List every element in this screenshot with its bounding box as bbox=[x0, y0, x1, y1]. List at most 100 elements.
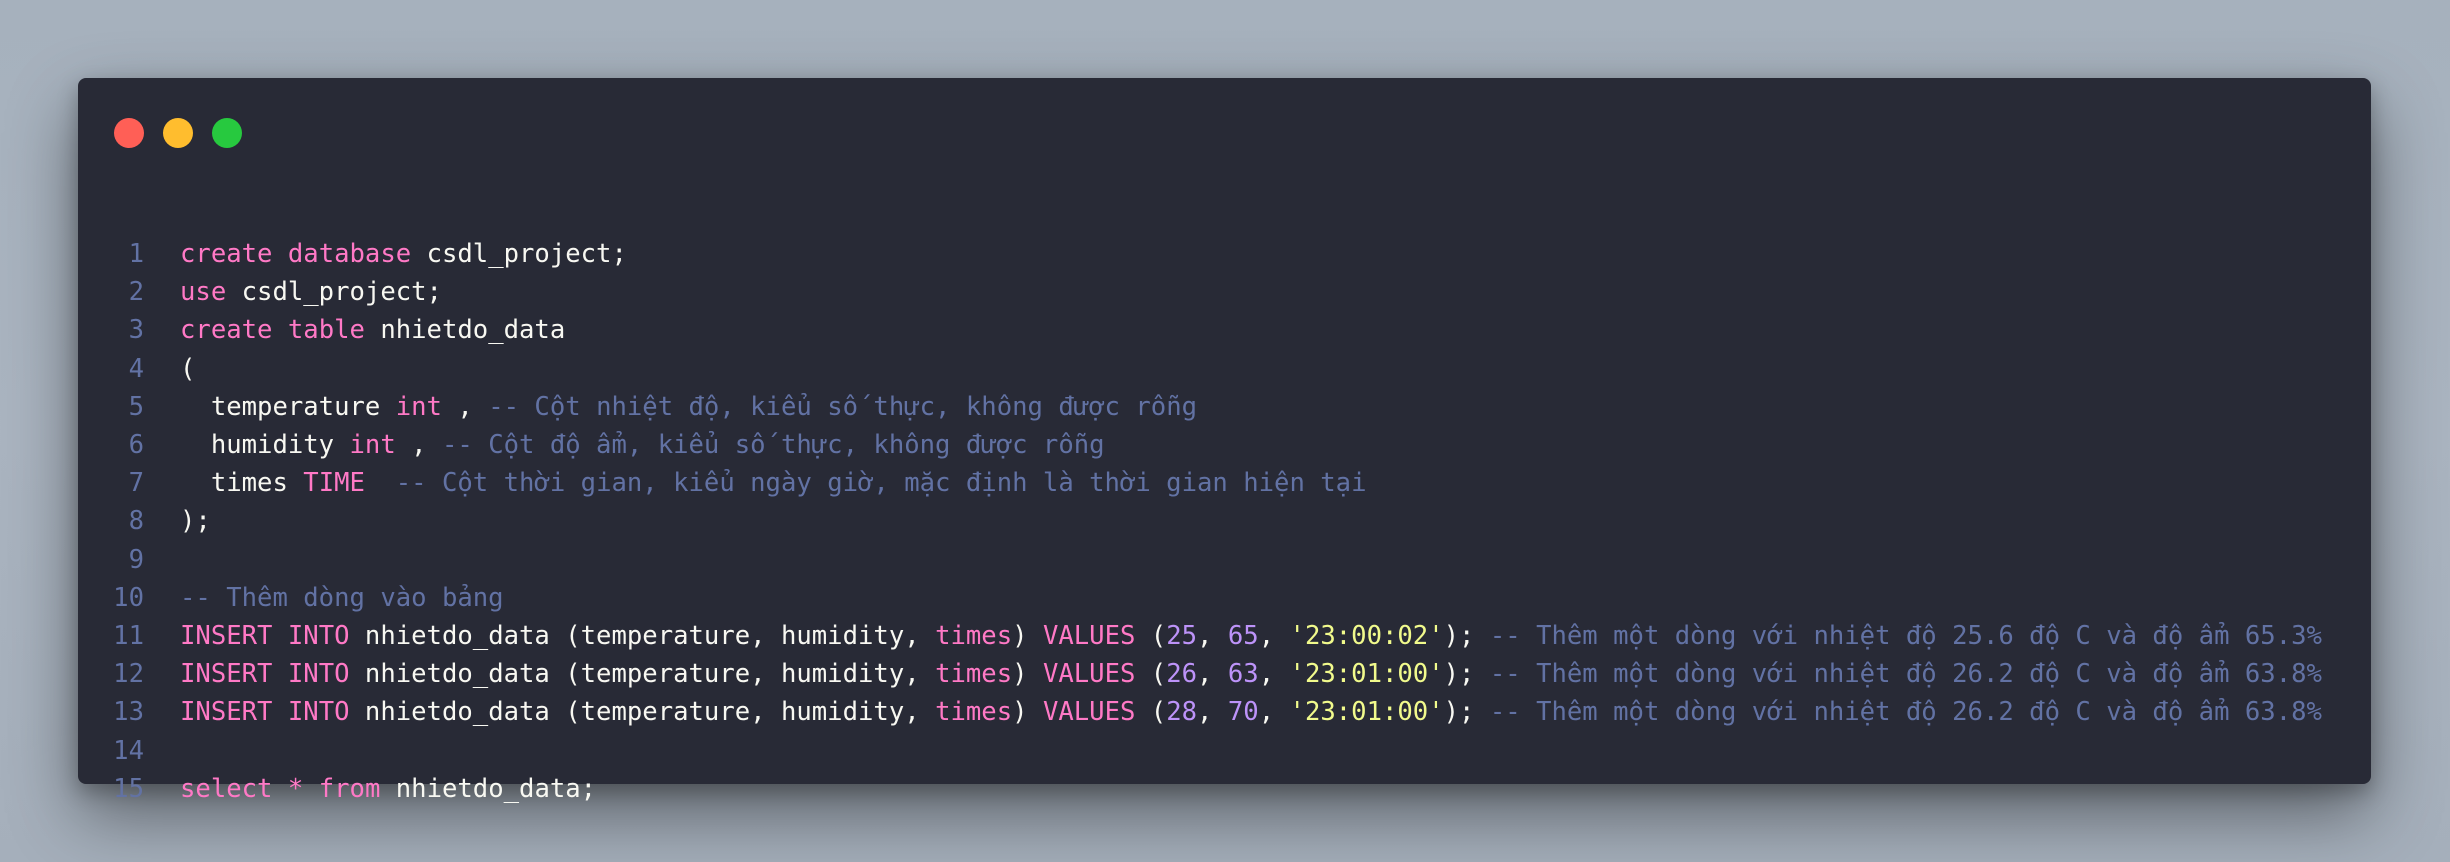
plain-token: ( bbox=[1135, 659, 1167, 690]
code-line: 10 -- Thêm dòng vào bảng bbox=[78, 579, 2371, 617]
code-line: 12 INSERT INTO nhietdo_data (temperature,… bbox=[78, 655, 2371, 693]
line-number: 2 bbox=[128, 277, 144, 308]
keyword-token: INTO bbox=[287, 659, 350, 690]
code-text: ( bbox=[180, 350, 195, 388]
keyword-token: INTO bbox=[287, 697, 350, 728]
string-token: '23:01:00' bbox=[1289, 697, 1444, 728]
plain-token: ) bbox=[1012, 697, 1043, 728]
maximize-window-dot-icon[interactable] bbox=[212, 118, 242, 148]
code-text: times TIME -- Cột thời gian, kiểu ngày g… bbox=[180, 464, 1367, 502]
comment-token: -- Cột nhiệt độ, kiểu số thực, không đượ… bbox=[488, 391, 1198, 422]
plain-token: nhietdo_data (temperature, humidity, bbox=[349, 659, 936, 690]
minimize-window-dot-icon[interactable] bbox=[163, 118, 193, 148]
keyword-token: INSERT bbox=[180, 621, 273, 651]
comment-token: -- Cột thời gian, kiểu ngày giờ, mặc địn… bbox=[395, 468, 1367, 499]
line-number: 10 bbox=[113, 582, 144, 613]
keyword-token: times bbox=[935, 621, 1013, 651]
plain-token: ( bbox=[1135, 697, 1167, 728]
code-line: 13 INSERT INTO nhietdo_data (temperature,… bbox=[78, 693, 2371, 731]
line-number: 15 bbox=[113, 773, 144, 804]
line-number: 6 bbox=[128, 430, 144, 460]
number-token: 28 bbox=[1166, 697, 1198, 728]
keyword-token: create bbox=[180, 315, 273, 346]
plain-token: csdl_project; bbox=[226, 277, 442, 308]
keyword-token: from bbox=[318, 773, 381, 804]
plain-token: ) bbox=[1012, 659, 1043, 690]
number-token: 65 bbox=[1227, 621, 1259, 651]
code-line: 1 create database csdl_project; bbox=[78, 235, 2371, 273]
plain-token: , bbox=[1258, 659, 1290, 690]
comment-token: -- Thêm một dòng với nhiệt độ 25.6 độ C … bbox=[1489, 621, 2322, 651]
code-line: 9 bbox=[78, 541, 2371, 579]
code-text: create table nhietdo_data bbox=[180, 311, 565, 349]
code-text: select * from nhietdo_data; bbox=[180, 770, 596, 808]
code-line: 8); bbox=[78, 502, 2371, 540]
plain-token: ); bbox=[1443, 659, 1490, 690]
keyword-token: VALUES bbox=[1042, 659, 1136, 690]
keyword-token: int bbox=[395, 391, 442, 422]
keyword-token: times bbox=[935, 697, 1013, 728]
keyword-token: database bbox=[287, 239, 412, 269]
keyword-token: use bbox=[180, 277, 227, 308]
line-number: 1 bbox=[128, 239, 144, 269]
code-window: 1 create database csdl_project; 2 use csdl_… bbox=[78, 78, 2371, 804]
plain-token: temperature bbox=[180, 391, 396, 422]
close-window-dot-icon[interactable] bbox=[114, 118, 144, 148]
plain-token: nhietdo_data (temperature, humidity, bbox=[349, 697, 936, 728]
code-line: 6 humidity int , -- Cột độ ẩm, kiểu số t… bbox=[78, 426, 2371, 464]
keyword-token: int bbox=[349, 430, 396, 460]
plain-token: ); bbox=[1443, 697, 1490, 728]
plain-token: , bbox=[441, 391, 489, 422]
line-number: 4 bbox=[128, 353, 144, 384]
string-token: '23:00:02' bbox=[1289, 621, 1444, 651]
number-token: 70 bbox=[1227, 697, 1259, 728]
line-number: 8 bbox=[128, 506, 144, 537]
keyword-token: INSERT bbox=[180, 659, 273, 690]
code-line: 14 bbox=[78, 732, 2371, 770]
code-line: 2 use csdl_project; bbox=[78, 273, 2371, 311]
code-text: humidity int , -- Cột độ ẩm, kiểu số thự… bbox=[180, 426, 1105, 464]
plain-token: , bbox=[1258, 697, 1290, 728]
code-line: 15 select * from nhietdo_data; bbox=[78, 770, 2371, 808]
keyword-token: INSERT bbox=[180, 697, 273, 728]
plain-token: times bbox=[180, 468, 304, 499]
number-token: 26 bbox=[1166, 659, 1198, 690]
keyword-token: create bbox=[180, 239, 273, 269]
plain-token: nhietdo_data (temperature, humidity, bbox=[349, 621, 936, 651]
keyword-token: select bbox=[180, 773, 273, 804]
number-token: 25 bbox=[1166, 621, 1198, 651]
keyword-token: INTO bbox=[287, 621, 350, 651]
code-line: 3 create table nhietdo_data bbox=[78, 311, 2371, 349]
number-token: 63 bbox=[1227, 659, 1259, 690]
keyword-token: table bbox=[287, 315, 365, 346]
line-number: 3 bbox=[128, 315, 144, 346]
plain-token: nhietdo_data bbox=[364, 315, 566, 346]
plain-token: csdl_project; bbox=[411, 239, 627, 269]
line-number: 14 bbox=[113, 735, 144, 766]
string-token: '23:01:00' bbox=[1289, 659, 1444, 690]
code-line: 7 times TIME -- Cột thời gian, kiểu ngày… bbox=[78, 464, 2371, 502]
code-text: -- Thêm dòng vào bảng bbox=[180, 579, 504, 617]
keyword-token: VALUES bbox=[1042, 621, 1136, 651]
code-text: use csdl_project; bbox=[180, 273, 442, 311]
code-text: INSERT INTO nhietdo_data (temperature, h… bbox=[180, 655, 2322, 693]
plain-token: ( bbox=[1135, 621, 1167, 651]
plain-token: ); bbox=[1443, 621, 1490, 651]
plain-token: nhietdo_data; bbox=[380, 773, 597, 804]
code-text: create database csdl_project; bbox=[180, 235, 627, 273]
plain-token: , bbox=[1197, 697, 1228, 728]
keyword-token: TIME bbox=[303, 468, 365, 499]
plain-token: , bbox=[1197, 621, 1228, 651]
line-number: 7 bbox=[128, 468, 144, 499]
comment-token: -- Cột độ ẩm, kiểu số thực, không được r… bbox=[441, 430, 1105, 460]
code-line: 11 INSERT INTO nhietdo_data (temperature,… bbox=[78, 617, 2371, 655]
comment-token: -- Thêm một dòng với nhiệt độ 26.2 độ C … bbox=[1489, 659, 2322, 690]
comment-token: -- Thêm dòng vào bảng bbox=[180, 582, 504, 613]
comment-token: -- Thêm một dòng với nhiệt độ 26.2 độ C … bbox=[1489, 697, 2322, 728]
